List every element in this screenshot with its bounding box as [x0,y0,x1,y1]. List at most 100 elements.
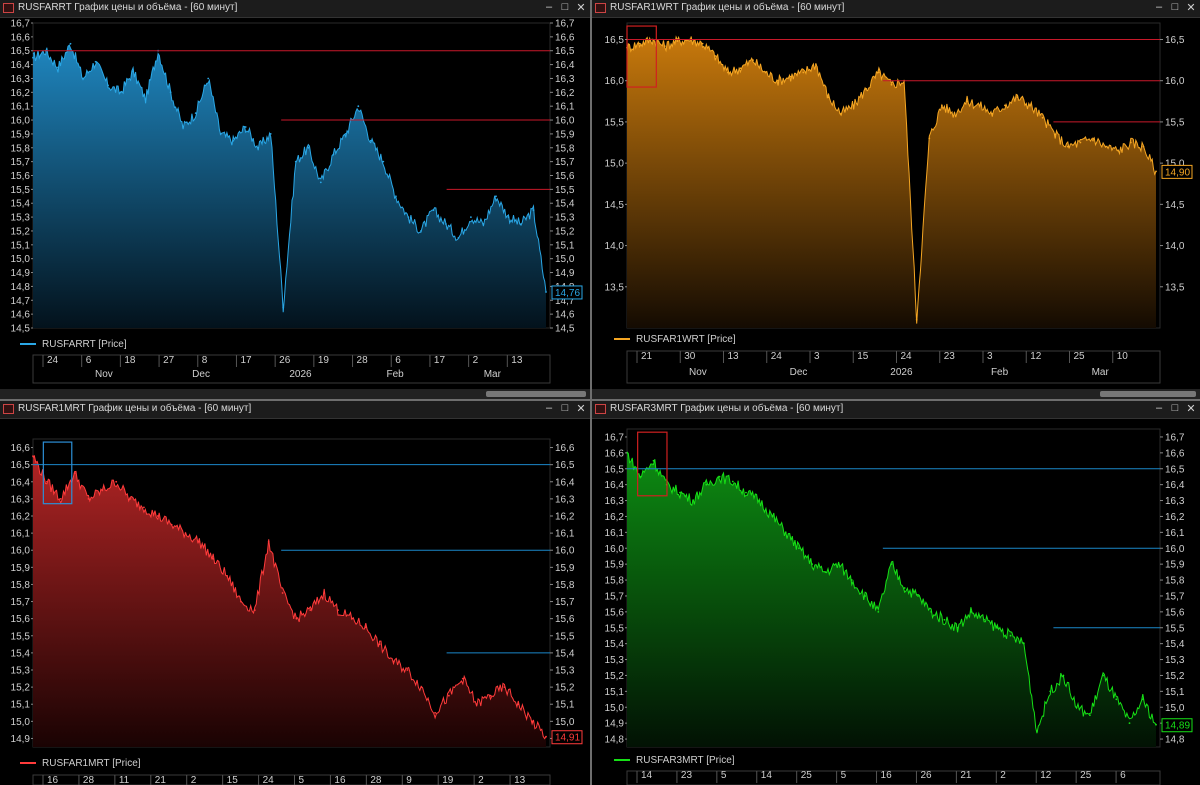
y-tick-label-left: 15,6 [11,614,31,625]
x-tick-label: 24 [263,775,275,785]
x-tick-label: 26 [279,355,291,366]
price-chart[interactable]: 16,7 16,7 16,6 16,6 16,5 16,5 16,4 16,4 16,3 16,3… [592,419,1200,785]
time-axis[interactable] [32,774,551,785]
y-tick-label-right: 15,1 [1165,687,1185,698]
data-point [132,70,135,73]
data-point [943,618,946,621]
y-tick-label-left: 15,2 [11,683,31,694]
y-tick-label-right: 16,6 [555,32,575,43]
data-point [226,575,229,577]
data-point [1142,145,1145,148]
x-tick-label: 24 [901,351,913,362]
data-point [1041,116,1044,119]
y-tick-label-left: 16,1 [11,102,31,113]
data-point [307,146,310,149]
y-tick-label-right: 16,5 [555,46,575,57]
maximize-icon[interactable]: □ [1168,402,1182,414]
window-titlebar[interactable]: RUSFARRT График цены и объёма - [60 мину… [0,0,590,18]
minimize-icon[interactable]: – [542,1,556,13]
window-title: RUSFAR1MRT График цены и объёма - [60 ми… [18,403,252,414]
x-tick-label: 21 [960,770,972,781]
data-point [1062,674,1065,677]
y-tick-label-left: 16,0 [11,546,31,557]
legend-label: RUSFAR1MRT [Price] [42,758,141,769]
close-icon[interactable]: ✕ [1184,402,1198,415]
y-tick-label-right: 15,7 [555,597,575,608]
data-point [1089,714,1091,717]
x-tick-label: 23 [681,770,693,781]
y-tick-label-right: 15,1 [555,240,575,251]
data-point [309,609,312,611]
data-point [731,480,734,483]
data-point [1155,170,1157,173]
data-point [156,515,159,517]
data-point [915,318,918,321]
y-tick-label-left: 15,3 [605,655,625,666]
scrollbar-thumb[interactable] [486,391,586,397]
y-tick-label-left: 16,2 [11,88,31,99]
x-tick-label: 2 [191,775,197,785]
y-tick-label-left: 15,5 [605,117,625,128]
horizontal-scrollbar[interactable] [0,389,590,399]
maximize-icon[interactable]: □ [558,1,572,13]
data-point [281,592,284,594]
data-point [46,480,48,483]
data-point [406,669,409,671]
data-point [253,609,256,611]
x-tick-label: 19 [318,355,330,366]
y-tick-label-right: 14,5 [555,324,575,335]
scrollbar-thumb[interactable] [1100,391,1196,397]
x-month-label: Mar [1092,367,1110,378]
maximize-icon[interactable]: □ [1168,1,1182,13]
data-point [294,160,297,163]
window-titlebar[interactable]: RUSFAR1MRT График цены и объёма - [60 ми… [0,401,590,419]
close-icon[interactable]: ✕ [1184,1,1198,14]
y-tick-label-left: 16,4 [11,60,31,71]
close-icon[interactable]: ✕ [574,402,588,415]
x-tick-label: 25 [801,770,813,781]
price-chart[interactable]: 16,5 16,516,0 16,015,5 15,515,0 15,014,5 14,5… [592,18,1200,399]
price-chart[interactable]: 16,6 16,6 16,5 16,5 16,4 16,4 16,3 16,3 16,2 16,2… [0,419,590,785]
data-point [184,532,187,534]
data-point [758,499,761,502]
minimize-icon[interactable]: – [542,402,556,414]
y-tick-label-right: 16,1 [1165,528,1185,539]
data-point [332,153,335,156]
x-tick-label: 28 [370,775,382,785]
data-point [890,83,893,86]
horizontal-scrollbar[interactable] [592,389,1200,399]
y-tick-label-right: 14,6 [555,310,575,321]
y-tick-label-right: 15,6 [1165,607,1185,618]
window-titlebar[interactable]: RUSFAR1WRT График цены и объёма - [60 ми… [592,0,1200,18]
x-tick-label: 24 [47,355,59,366]
y-tick-label-right: 16,7 [1165,432,1185,443]
price-chart[interactable]: 16,7 16,7 16,6 16,6 16,5 16,5 16,4 16,4 16,3 16,3… [0,18,590,399]
y-tick-label-left: 15,8 [11,580,31,591]
data-point [865,88,868,90]
x-tick-label: 13 [514,775,526,785]
x-tick-label: 18 [124,355,136,366]
x-tick-label: 15 [227,775,239,785]
window-titlebar[interactable]: RUSFAR3MRT График цены и объёма - [60 ми… [592,401,1200,419]
data-point [170,523,173,526]
minimize-icon[interactable]: – [1152,1,1166,13]
data-point [745,491,747,494]
x-month-label: 2026 [289,369,312,380]
data-point [337,609,339,611]
data-point [319,181,322,184]
y-tick-label-left: 16,3 [11,74,31,85]
y-tick-label-left: 16,3 [605,496,625,507]
minimize-icon[interactable]: – [1152,402,1166,414]
data-point [323,592,326,594]
y-tick-label-right: 16,4 [555,477,575,488]
y-tick-label-right: 15,2 [555,683,575,694]
maximize-icon[interactable]: □ [558,402,572,414]
data-point [503,686,506,688]
x-tick-label: 14 [641,770,653,781]
close-icon[interactable]: ✕ [574,1,588,14]
y-tick-label-left: 16,4 [605,480,625,491]
data-point [194,112,197,114]
y-tick-label-left: 16,6 [605,448,625,459]
data-point [269,133,272,135]
x-month-label: Dec [790,367,808,378]
